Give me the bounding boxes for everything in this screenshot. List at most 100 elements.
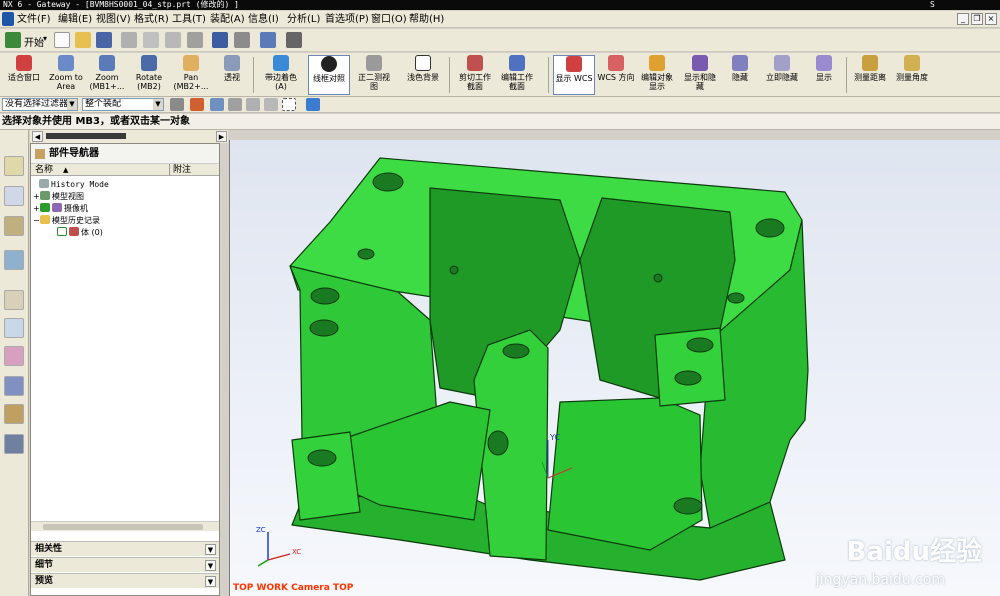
small-hole[interactable] (357, 248, 375, 260)
side-bore[interactable] (487, 430, 509, 456)
save-icon[interactable] (96, 32, 112, 48)
immediate-hide-button[interactable]: 立即隐藏 (760, 55, 804, 95)
start-button[interactable]: 开始 (24, 34, 44, 49)
start-icon[interactable] (5, 32, 21, 48)
open-icon[interactable] (75, 32, 91, 48)
selection-intent-icon[interactable] (210, 98, 224, 111)
graphics-window[interactable]: YC ZC XC TOP WORK Camera TOP Baidu经验 jin… (229, 140, 1000, 596)
palette-icon[interactable] (4, 346, 24, 366)
edit-object-display-button[interactable]: 编辑对象 显示 (637, 55, 677, 95)
cut-icon[interactable] (121, 32, 137, 48)
right-floor[interactable] (547, 397, 703, 551)
pan-button[interactable]: Pan (MB2+... (170, 55, 212, 95)
mounting-hole[interactable] (674, 370, 702, 386)
menu-tools[interactable]: 工具(T) (172, 13, 206, 26)
expand-icon[interactable]: + (33, 191, 40, 202)
collapse-icon[interactable]: − (33, 215, 40, 226)
menu-view[interactable]: 视图(V) (96, 13, 131, 26)
type-filter-select[interactable]: 没有选择过滤器 ▼ (2, 98, 78, 111)
tree-item-cameras[interactable]: + 摄像机 (33, 203, 88, 214)
select-box-icon[interactable] (282, 98, 296, 111)
new-icon[interactable] (54, 32, 70, 48)
menu-preferences[interactable]: 首选项(P) (325, 13, 369, 26)
part-navigator-icon[interactable] (4, 216, 24, 236)
system-scenes-icon[interactable] (4, 434, 24, 454)
fit-button[interactable]: 适合窗口 (2, 55, 46, 95)
menu-information[interactable]: 信息(I) (248, 13, 279, 26)
menu-window[interactable]: 窗口(O) (371, 13, 407, 26)
snap-point-icon[interactable] (190, 98, 204, 111)
menu-help[interactable]: 帮助(H) (409, 13, 444, 26)
mounting-hole[interactable] (673, 497, 703, 515)
reuse-library-icon[interactable] (4, 250, 24, 270)
roles-icon[interactable] (4, 404, 24, 424)
general-selection-icon[interactable] (170, 98, 184, 111)
measure-distance-button[interactable]: 测量距离 (850, 55, 890, 95)
doc-close-button[interactable]: × (985, 13, 997, 25)
process-studio-icon[interactable] (4, 376, 24, 396)
wcs-display-button[interactable]: 显示 WCS (553, 55, 595, 95)
column-note[interactable]: 附注 (173, 164, 191, 176)
follow-fillet-icon[interactable] (264, 98, 278, 111)
chevron-down-icon[interactable]: ▼ (205, 544, 216, 555)
menu-assemblies[interactable]: 装配(A) (210, 13, 245, 26)
wireframe-button[interactable]: 线框对照 (308, 55, 350, 95)
dimetric-button[interactable]: 正二测视 图 (352, 55, 396, 95)
clip-section-button[interactable]: 剪切工作 截面 (454, 55, 496, 95)
chevron-down-icon[interactable]: ▼ (205, 560, 216, 571)
zoom-button[interactable]: Zoom (MB1+... (86, 55, 128, 95)
hide-button[interactable]: 隐藏 (724, 55, 756, 95)
wcs-orient-button[interactable]: WCS 方向 (597, 55, 635, 95)
expand-icon[interactable]: + (33, 203, 40, 214)
menu-edit[interactable]: 编辑(E) (58, 13, 92, 26)
edit-section-button[interactable]: 编辑工作 截面 (496, 55, 538, 95)
mounting-hole[interactable] (755, 218, 785, 238)
small-hole[interactable] (653, 273, 663, 283)
delete-icon[interactable] (187, 32, 203, 48)
panel-dependencies[interactable]: 相关性 ▼ (31, 541, 219, 556)
panel-details[interactable]: 细节 ▼ (31, 557, 219, 572)
assembly-navigator-icon[interactable] (4, 156, 24, 176)
mounting-hole[interactable] (686, 337, 714, 353)
roles-icon[interactable] (286, 32, 302, 48)
small-hole[interactable] (449, 265, 459, 275)
mounting-hole[interactable] (372, 172, 404, 192)
history-icon[interactable] (4, 290, 24, 310)
chevron-left-icon[interactable]: ◀ (32, 131, 43, 142)
panel-preview[interactable]: 预览 ▼ (31, 573, 219, 588)
mounting-hole[interactable] (307, 449, 337, 467)
chevron-down-icon[interactable]: ▼ (205, 576, 216, 587)
tree-item-body[interactable]: 体 (0) (57, 227, 103, 238)
horizontal-scrollbar[interactable] (31, 521, 219, 531)
command-finder-icon[interactable] (260, 32, 276, 48)
doc-minimize-button[interactable]: _ (957, 13, 969, 25)
background-button[interactable]: 浅色背景 (402, 55, 444, 95)
app-menu-icon[interactable] (2, 12, 14, 26)
front-right-pad[interactable] (654, 327, 726, 407)
web-browser-icon[interactable] (4, 318, 24, 338)
show-button[interactable]: 显示 (808, 55, 840, 95)
sort-up-icon[interactable]: ▲ (63, 164, 68, 176)
selection-scope-select[interactable]: 整个装配 ▼ (82, 98, 164, 111)
copy-icon[interactable] (143, 32, 159, 48)
paste-icon[interactable] (165, 32, 181, 48)
undo-icon[interactable] (212, 32, 228, 48)
show-hide-button[interactable]: 显示和隐 藏 (680, 55, 720, 95)
front-left-pad[interactable] (291, 431, 361, 521)
measure-angle-button[interactable]: 测量角度 (892, 55, 932, 95)
curve-rule-icon[interactable] (228, 98, 242, 111)
model-view[interactable]: YC ZC XC (230, 140, 1000, 596)
start-dropdown-arrow[interactable]: ▾ (43, 34, 47, 43)
perspective-button[interactable]: 透视 (214, 55, 250, 95)
shaded-edges-button[interactable]: 带边着色 (A) (258, 55, 304, 95)
constraint-navigator-icon[interactable] (4, 186, 24, 206)
tree-item-history-mode[interactable]: History Mode (39, 179, 109, 190)
menu-format[interactable]: 格式(R) (134, 13, 169, 26)
column-divider[interactable] (169, 164, 170, 176)
mounting-hole[interactable] (309, 319, 339, 337)
stop-at-intersection-icon[interactable] (246, 98, 260, 111)
zoom-area-button[interactable]: Zoom to Area (46, 55, 86, 95)
tree-item-model-views[interactable]: + 模型视图 (33, 191, 84, 202)
navigator-scroll-thumb[interactable] (46, 133, 126, 139)
tree-item-model-history[interactable]: − 模型历史记录 (33, 215, 100, 226)
